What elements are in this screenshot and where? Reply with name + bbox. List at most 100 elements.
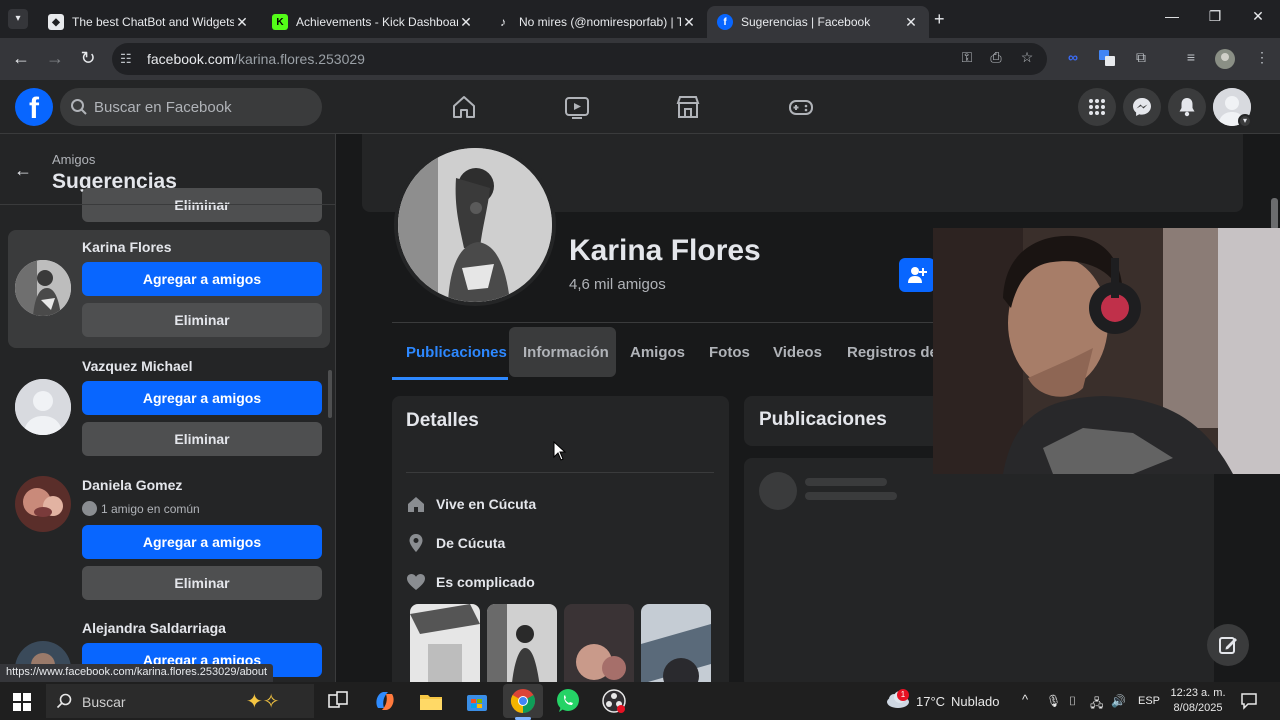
tab-publicaciones[interactable]: Publicaciones <box>406 344 507 361</box>
remove-button[interactable]: Eliminar <box>82 566 322 600</box>
close-tab-icon[interactable]: ✕ <box>458 14 474 31</box>
remove-button[interactable]: Eliminar <box>82 303 322 337</box>
suggestion-card[interactable]: Vazquez Michael Agregar a amigos Elimina… <box>8 349 330 467</box>
language-indicator[interactable]: ESP <box>1138 695 1160 707</box>
close-window-icon[interactable]: ✕ <box>1246 8 1270 25</box>
add-friend-button[interactable]: Agregar a amigos <box>82 525 322 559</box>
extensions-puzzle-icon[interactable]: ⧉ <box>1131 49 1151 69</box>
mutual-friends[interactable]: 1 amigo en común <box>82 501 200 516</box>
tab-tiktok[interactable]: ♪ No mires (@nomiresporfab) | Ti ✕ <box>485 6 707 38</box>
tab-title: Sugerencias | Facebook <box>741 15 871 29</box>
account-chevron-down-icon[interactable]: ▾ <box>1238 114 1252 128</box>
breadcrumb[interactable]: Amigos <box>52 152 95 167</box>
profile-picture[interactable] <box>394 144 556 306</box>
remove-button[interactable]: Eliminar <box>82 188 322 222</box>
tab-videos[interactable]: Videos <box>773 344 822 361</box>
add-friend-button[interactable]: Agregar a amigos <box>82 381 322 415</box>
obs-icon[interactable] <box>601 688 627 714</box>
new-message-button[interactable] <box>1207 624 1249 666</box>
chrome-icon[interactable] <box>510 688 536 714</box>
back-arrow-icon[interactable]: ← <box>14 160 32 181</box>
back-icon[interactable]: ← <box>10 48 32 69</box>
whatsapp-icon[interactable] <box>555 688 581 714</box>
close-tab-icon[interactable]: ✕ <box>234 14 250 31</box>
photo-thumbnail[interactable] <box>564 604 634 682</box>
close-tab-icon[interactable]: ✕ <box>903 14 919 31</box>
browser-toolbar: ← → ↻ ☷ facebook.com/karina.flores.25302… <box>0 38 1280 80</box>
facebook-search-input[interactable]: Buscar en Facebook <box>60 88 322 126</box>
friend-count[interactable]: 4,6 mil amigos <box>569 276 666 293</box>
tab-chatbot[interactable]: ◆ The best ChatBot and Widgets ✕ <box>38 6 260 38</box>
chrome-menu-icon[interactable]: ⋮ <box>1252 49 1272 69</box>
detail-lives-in[interactable]: Vive en Cúcuta <box>406 494 536 514</box>
suggestion-card[interactable]: Karina Flores Agregar a amigos Eliminar <box>8 230 330 348</box>
usb-device-icon[interactable]: ⌷ <box>1069 694 1076 709</box>
close-tab-icon[interactable]: ✕ <box>681 14 697 31</box>
scrollbar-thumb[interactable] <box>1271 198 1278 230</box>
maximize-window-icon[interactable]: ❐ <box>1203 8 1227 25</box>
microphone-icon[interactable]: 🎙 <box>1046 694 1061 708</box>
suggestion-card[interactable]: Daniela Gomez 1 amigo en común Agregar a… <box>8 468 330 608</box>
photo-thumbnail[interactable] <box>410 604 480 682</box>
suggestion-name[interactable]: Alejandra Saldarriaga <box>82 620 226 636</box>
gaming-icon[interactable] <box>788 94 814 120</box>
new-tab-icon[interactable]: + <box>934 9 945 30</box>
forward-icon[interactable]: → <box>44 48 66 69</box>
tab-title: The best ChatBot and Widgets <box>72 15 234 29</box>
marketplace-icon[interactable] <box>675 94 701 120</box>
remove-button[interactable]: Eliminar <box>82 422 322 456</box>
tab-amigos[interactable]: Amigos <box>630 344 685 361</box>
translate-extension-icon[interactable] <box>1097 49 1117 69</box>
weather-condition[interactable]: Nublado <box>951 694 999 709</box>
add-friend-button[interactable] <box>899 258 935 292</box>
windows-start-icon[interactable] <box>13 693 31 711</box>
copilot-icon[interactable] <box>372 688 398 714</box>
posts-title: Publicaciones <box>759 409 887 430</box>
media-control-icon[interactable]: ≡ <box>1181 49 1201 69</box>
detail-relationship[interactable]: Es complicado <box>406 572 535 592</box>
system-clock[interactable]: 12:23 a. m. 8/08/2025 <box>1166 686 1230 716</box>
tab-fotos[interactable]: Fotos <box>709 344 750 361</box>
reload-icon[interactable]: ↻ <box>77 48 99 69</box>
taskbar-search-input[interactable]: Buscar ✦✧ <box>46 684 314 718</box>
weather-temperature[interactable]: 17°C <box>916 694 945 709</box>
menu-grid-icon[interactable] <box>1078 88 1116 126</box>
tray-chevron-up-icon[interactable]: ^ <box>1022 692 1028 707</box>
address-bar[interactable]: ☷ facebook.com/karina.flores.253029 <box>112 43 1047 75</box>
details-title: Detalles <box>406 410 479 431</box>
detail-from[interactable]: De Cúcuta <box>406 533 505 553</box>
add-friend-button[interactable]: Agregar a amigos <box>82 262 322 296</box>
messenger-icon[interactable] <box>1123 88 1161 126</box>
tab-facebook-sugerencias[interactable]: f Sugerencias | Facebook ✕ <box>707 6 929 38</box>
tab-registros[interactable]: Registros de v <box>847 344 933 361</box>
tab-kick-dashboard[interactable]: K Achievements - Kick Dashboard ✕ <box>262 6 484 38</box>
bookmark-star-icon[interactable]: ☆ <box>1017 49 1037 69</box>
notification-center-icon[interactable] <box>1240 692 1258 710</box>
file-explorer-icon[interactable] <box>418 688 444 714</box>
notifications-bell-icon[interactable] <box>1168 88 1206 126</box>
clock-time: 12:23 a. m. <box>1170 687 1226 699</box>
tab-informacion[interactable]: Información <box>523 344 609 361</box>
password-key-icon[interactable]: ⚿ <box>957 49 977 69</box>
volume-icon[interactable]: 🔊 <box>1111 694 1126 708</box>
tab-title: Achievements - Kick Dashboard <box>296 15 458 29</box>
minimize-window-icon[interactable]: — <box>1160 8 1184 24</box>
home-icon[interactable] <box>451 94 477 120</box>
sidebar-scrollbar[interactable] <box>328 370 332 418</box>
microsoft-store-icon[interactable] <box>464 688 490 714</box>
facebook-logo-icon[interactable]: f <box>15 88 53 126</box>
video-icon[interactable] <box>564 94 590 120</box>
profile-avatar-icon[interactable] <box>1215 49 1235 69</box>
meta-extension-icon[interactable]: ∞ <box>1063 49 1083 69</box>
site-info-icon[interactable]: ☷ <box>120 51 132 67</box>
tab-search-button[interactable]: ▾ <box>8 9 28 29</box>
suggestion-name[interactable]: Daniela Gomez <box>82 477 182 493</box>
install-app-icon[interactable]: ⎙ <box>986 49 1006 69</box>
network-icon[interactable]: 🖧 <box>1090 694 1103 715</box>
task-view-icon[interactable] <box>325 688 351 714</box>
photo-thumbnail[interactable] <box>487 604 557 682</box>
suggestion-name[interactable]: Vazquez Michael <box>82 358 192 374</box>
home-icon <box>408 497 424 512</box>
photo-thumbnail[interactable] <box>641 604 711 682</box>
suggestion-name[interactable]: Karina Flores <box>82 239 171 255</box>
